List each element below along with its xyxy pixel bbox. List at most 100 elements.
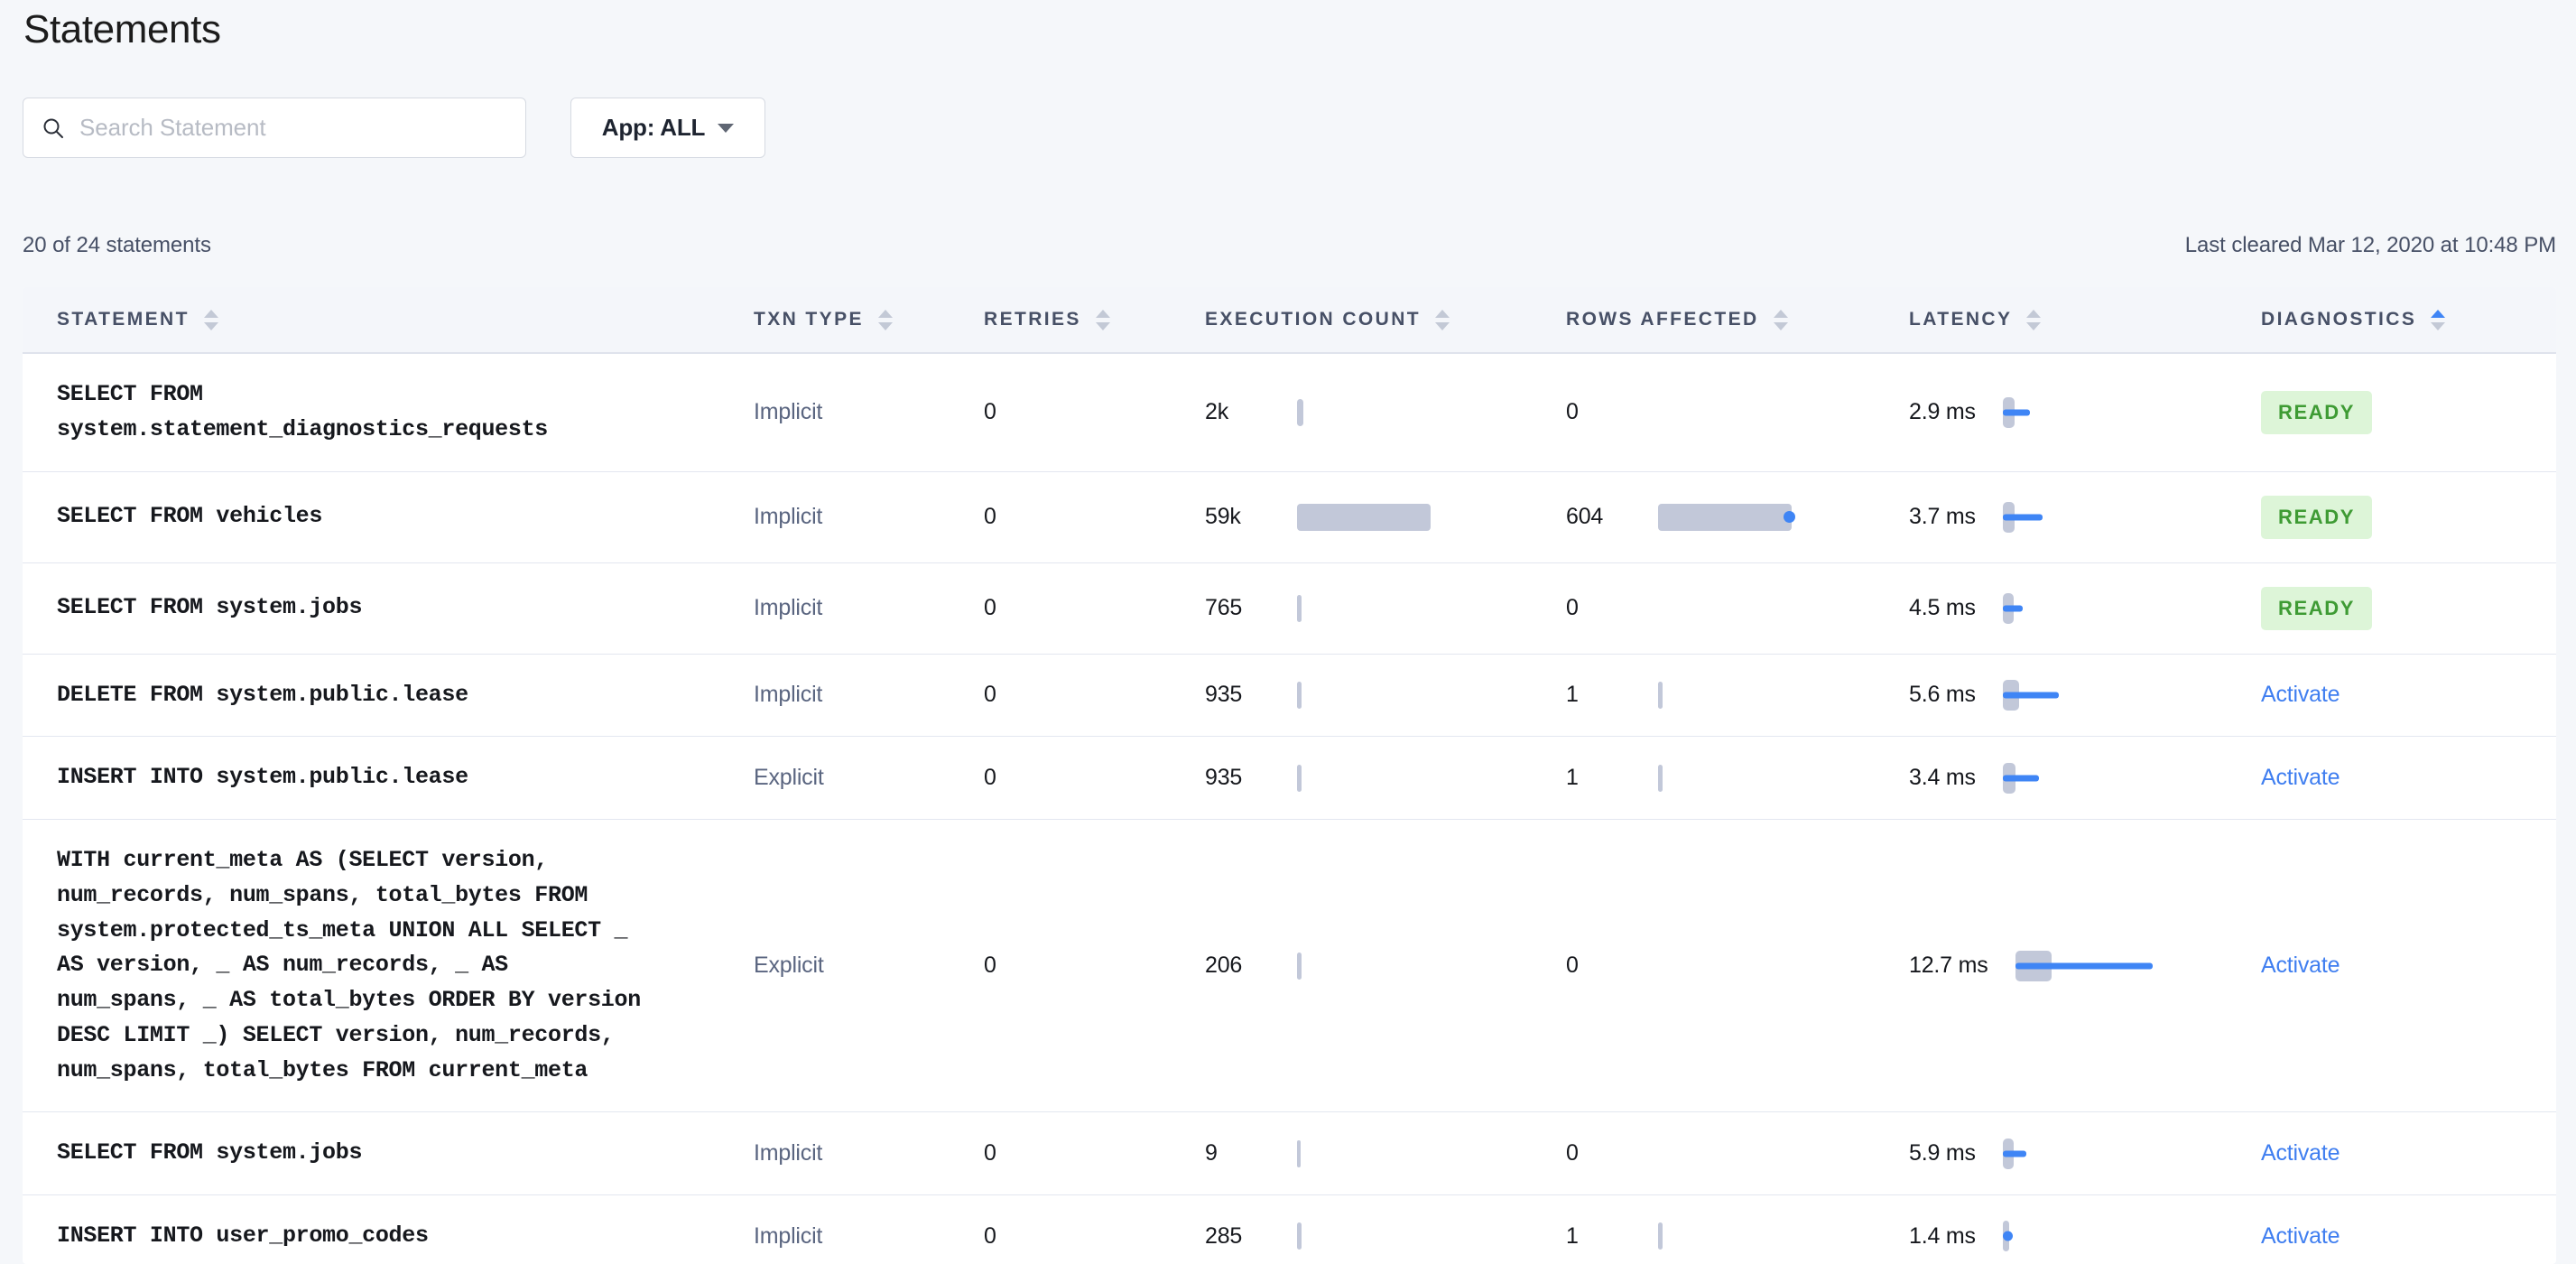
execution-count-bar xyxy=(1297,503,1431,531)
statements-page: Statements App: ALL 20 of 24 statements … xyxy=(0,0,2576,1264)
statement-text[interactable]: SELECT FROM system.jobs xyxy=(23,590,754,626)
cell-statement: SELECT FROM vehicles xyxy=(23,471,754,562)
status-badge: READY xyxy=(2261,390,2373,434)
meta-row: 20 of 24 statements Last cleared Mar 12,… xyxy=(23,233,2556,258)
statements-table: STATEMENT TXN TYPE RETRIES EXECUTION COU… xyxy=(23,287,2556,1264)
sort-arrows-icon[interactable] xyxy=(1095,309,1110,330)
latency-mean-line xyxy=(2002,605,2023,611)
sort-asc-icon[interactable] xyxy=(2431,309,2446,318)
sort-desc-icon[interactable] xyxy=(1095,321,1110,330)
sort-desc-icon[interactable] xyxy=(2026,321,2042,330)
sort-asc-icon[interactable] xyxy=(1095,309,1110,318)
sort-asc-icon[interactable] xyxy=(2026,309,2042,318)
rows-affected-value: 0 xyxy=(1566,399,1579,425)
cell-execution-count: 935 xyxy=(1205,654,1566,737)
activate-diagnostics-link[interactable]: Activate xyxy=(2261,1223,2340,1249)
latency-mean-line xyxy=(2002,1150,2026,1157)
statement-text[interactable]: SELECT FROM vehicles xyxy=(23,499,754,534)
cell-rows-affected: 1 xyxy=(1566,1195,1909,1264)
cell-execution-count: 2k xyxy=(1205,353,1566,471)
cell-statement: SELECT FROM system.jobs xyxy=(23,1112,754,1195)
cell-execution-count: 765 xyxy=(1205,562,1566,654)
table-row[interactable]: INSERT INTO user_promo_codes Implicit 0 285… xyxy=(23,1195,2556,1264)
cell-txn-type: Explicit xyxy=(754,820,984,1112)
sort-asc-icon[interactable] xyxy=(203,309,218,318)
statement-count: 20 of 24 statements xyxy=(23,233,211,257)
table-row[interactable]: DELETE FROM system.public.lease Implicit 0… xyxy=(23,654,2556,737)
statement-text[interactable]: SELECT FROM system.statement_diagnostics… xyxy=(23,377,754,448)
rows-affected-value: 1 xyxy=(1566,682,1579,708)
cell-diagnostics: READY xyxy=(2261,562,2556,654)
cell-latency: 5.6 ms xyxy=(1909,654,2261,737)
column-header-diagnostics[interactable]: DIAGNOSTICS xyxy=(2261,287,2556,354)
sort-desc-icon[interactable] xyxy=(203,321,218,330)
table-row[interactable]: WITH current_meta AS (SELECT version, nu… xyxy=(23,820,2556,1112)
table-row[interactable]: SELECT FROM system.jobs Implicit 0 9 0 5.9 ms… xyxy=(23,1112,2556,1195)
table-row[interactable]: SELECT FROM system.statement_diagnostics… xyxy=(23,353,2556,471)
cell-statement: WITH current_meta AS (SELECT version, nu… xyxy=(23,820,754,1112)
activate-diagnostics-link[interactable]: Activate xyxy=(2261,1140,2340,1166)
column-header-rows-affected[interactable]: ROWS AFFECTED xyxy=(1566,287,1909,354)
statement-text[interactable]: INSERT INTO system.public.lease xyxy=(23,760,754,795)
execution-count-value: 935 xyxy=(1205,765,1243,791)
page-title: Statements xyxy=(23,7,221,51)
search-input[interactable] xyxy=(79,114,507,142)
cell-retries: 0 xyxy=(984,820,1205,1112)
sort-asc-icon[interactable] xyxy=(877,309,893,318)
search-statement-box[interactable] xyxy=(23,98,526,158)
statement-text[interactable]: INSERT INTO user_promo_codes xyxy=(23,1219,754,1254)
column-label: RETRIES xyxy=(984,309,1081,330)
activate-diagnostics-link[interactable]: Activate xyxy=(2261,953,2340,978)
sort-desc-icon[interactable] xyxy=(2431,321,2446,330)
sort-desc-icon[interactable] xyxy=(1773,321,1788,330)
rows-affected-marker-dot-icon xyxy=(1784,511,1795,523)
latency-marker-dot-icon xyxy=(2002,1231,2013,1241)
txn-type-value: Implicit xyxy=(754,1140,823,1166)
table-row[interactable]: SELECT FROM vehicles Implicit 0 59k 604 3.7 m… xyxy=(23,471,2556,562)
sort-arrows-icon[interactable] xyxy=(2026,309,2042,330)
sort-arrows-icon[interactable] xyxy=(2431,309,2446,330)
column-header-latency[interactable]: LATENCY xyxy=(1909,287,2261,354)
sort-asc-icon[interactable] xyxy=(1435,309,1450,318)
txn-type-value: Explicit xyxy=(754,765,824,791)
latency-mean-line xyxy=(2015,962,2153,970)
cell-txn-type: Implicit xyxy=(754,353,984,471)
cell-retries: 0 xyxy=(984,654,1205,737)
sort-arrows-icon[interactable] xyxy=(877,309,893,330)
latency-bar xyxy=(2015,950,2153,981)
table-row[interactable]: SELECT FROM system.jobs Implicit 0 765 0 4.5 … xyxy=(23,562,2556,654)
column-header-statement[interactable]: STATEMENT xyxy=(23,287,754,354)
cell-latency: 1.4 ms xyxy=(1909,1195,2261,1264)
latency-bar xyxy=(2002,501,2043,533)
table-row[interactable]: INSERT INTO system.public.lease Explicit 0… xyxy=(23,737,2556,820)
activate-diagnostics-link[interactable]: Activate xyxy=(2261,765,2340,790)
cell-txn-type: Implicit xyxy=(754,1195,984,1264)
txn-type-value: Implicit xyxy=(754,504,823,529)
sort-arrows-icon[interactable] xyxy=(203,309,218,330)
activate-diagnostics-link[interactable]: Activate xyxy=(2261,682,2340,707)
latency-mean-line xyxy=(2002,409,2030,416)
retries-value: 0 xyxy=(984,504,996,529)
column-header-txn-type[interactable]: TXN TYPE xyxy=(754,287,984,354)
app-filter-button[interactable]: App: ALL xyxy=(570,98,765,158)
statement-text[interactable]: DELETE FROM system.public.lease xyxy=(23,678,754,713)
cell-diagnostics: Activate xyxy=(2261,654,2556,737)
retries-value: 0 xyxy=(984,399,996,425)
column-label: ROWS AFFECTED xyxy=(1566,309,1759,330)
sort-arrows-icon[interactable] xyxy=(1773,309,1788,330)
cell-rows-affected: 604 xyxy=(1566,471,1909,562)
latency-value: 5.9 ms xyxy=(1909,1140,1976,1166)
sort-arrows-icon[interactable] xyxy=(1435,309,1450,330)
cell-rows-affected: 0 xyxy=(1566,1112,1909,1195)
column-header-execution-count[interactable]: EXECUTION COUNT xyxy=(1205,287,1566,354)
latency-value: 3.4 ms xyxy=(1909,765,1976,791)
sort-desc-icon[interactable] xyxy=(1435,321,1450,330)
execution-count-value: 206 xyxy=(1205,953,1243,979)
statement-text[interactable]: WITH current_meta AS (SELECT version, nu… xyxy=(23,843,754,1088)
statement-text[interactable]: SELECT FROM system.jobs xyxy=(23,1136,754,1171)
sort-desc-icon[interactable] xyxy=(877,321,893,330)
cell-execution-count: 935 xyxy=(1205,737,1566,820)
statements-table-card: STATEMENT TXN TYPE RETRIES EXECUTION COU… xyxy=(23,287,2556,1264)
sort-asc-icon[interactable] xyxy=(1773,309,1788,318)
column-header-retries[interactable]: RETRIES xyxy=(984,287,1205,354)
